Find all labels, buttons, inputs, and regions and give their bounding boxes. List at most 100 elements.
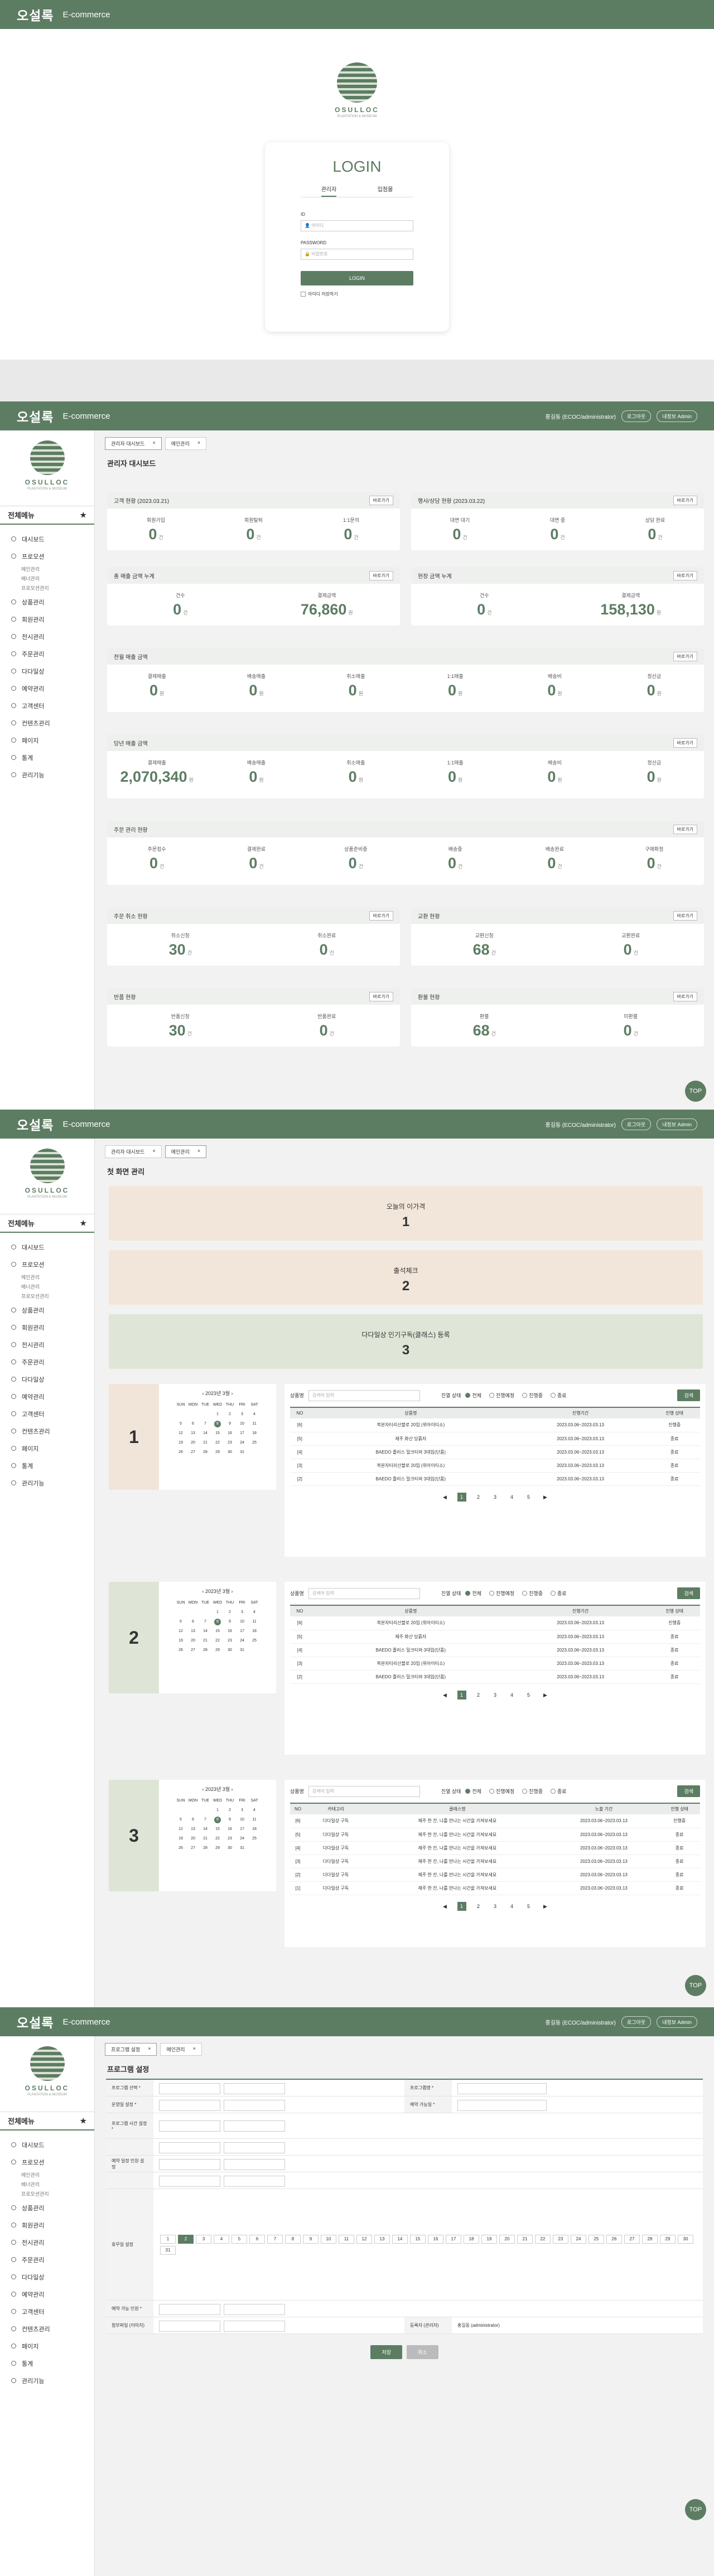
form-input[interactable] [159,2159,220,2170]
page-button[interactable]: 4 [508,1902,517,1911]
calendar[interactable]: ‹ 2023년 3월 › SUN MON TUE WED THU FRI SAT 1 2 3 4 5 6 7… [159,1582,276,1693]
search-button[interactable]: 검색 [677,1389,700,1401]
table-row[interactable]: [1] 다다일상 구독 제주 한 잔, 나를 만나는 시간을 가져보세요 2023.0… [290,1881,700,1895]
main-banner[interactable]: 다다일상 인기구독(클래스) 등록 3 [109,1314,703,1369]
search-input[interactable]: 검색어 입력 [308,1785,420,1797]
table-row[interactable]: [2] BAEDO 플러스 밀크티와 3대입(단품) 2023.03.06~2023… [290,1670,700,1684]
form-input[interactable] [224,2321,285,2332]
form-input[interactable] [224,2159,285,2170]
page-button[interactable]: ▶ [541,1691,550,1699]
star-icon[interactable]: ★ [80,2117,86,2125]
top-button[interactable]: TOP [685,1975,706,1996]
state-radio[interactable]: 진행예정 [489,1788,514,1795]
more-button[interactable]: 바로가기 [673,495,697,505]
more-button[interactable]: 바로가기 [369,911,393,921]
page-button[interactable]: 1 [457,1492,466,1502]
form-input[interactable] [224,2120,285,2132]
table-row[interactable]: [6] 복분자티리산블로 20입 (위아이티소) 2023.03.06~2023.0… [290,1418,700,1432]
star-icon[interactable]: ★ [80,511,86,520]
logout-button[interactable]: 로그아웃 [621,410,652,422]
table-row[interactable]: [3] 복분자티리산블로 20입 (위아이티소) 2023.03.06~2023.0… [290,1657,700,1670]
page-button[interactable]: 2 [474,1902,483,1911]
state-radio[interactable]: 진행중 [522,1590,543,1597]
page-button[interactable]: ▶ [541,1902,550,1911]
main-banner[interactable]: 출석체크 2 [109,1250,703,1305]
more-button[interactable]: 바로가기 [673,570,697,580]
page-button[interactable]: 5 [524,1691,533,1699]
page-button[interactable]: 2 [474,1691,483,1699]
password-input[interactable]: 🔒 비밀번호 [301,249,413,260]
state-radio[interactable]: 전체 [465,1590,481,1597]
state-radio[interactable]: 종료 [551,1590,567,1597]
top-button[interactable]: TOP [685,2499,706,2520]
page-button[interactable]: 1 [457,1901,466,1911]
page-button[interactable]: 4 [508,1691,517,1699]
search-input[interactable]: 검색어 입력 [308,1389,420,1401]
main-banner[interactable]: 오늘의 이가격 1 [109,1186,703,1241]
table-row[interactable]: [4] 다다일상 구독 제주 한 잔, 나를 만나는 시간을 가져보세요 2023.0… [290,1841,700,1855]
table-row[interactable]: [2] 다다일상 구독 제주 한 잔, 나를 만나는 시간을 가져보세요 2023.0… [290,1868,700,1882]
top-button[interactable]: TOP [685,1081,706,1102]
more-button[interactable]: 바로가기 [369,991,393,1001]
form-input[interactable] [224,2304,285,2315]
form-input[interactable] [159,2321,220,2332]
page-button[interactable]: 5 [524,1493,533,1502]
table-row[interactable]: [5] 다다일상 구독 제주 한 잔, 나를 만나는 시간을 가져보세요 2023.0… [290,1828,700,1842]
brand-logo[interactable]: 오설록 [17,5,54,24]
table-row[interactable]: [5] 제주 화산 당흙자 2023.03.06~2023.03.13 종료 [290,1630,700,1644]
table-row[interactable]: [2] BAEDO 플러스 밀크티와 3대입(단품) 2023.03.06~2023… [290,1472,700,1486]
form-input[interactable] [159,2120,220,2132]
tab-main[interactable]: 메인관리 × [165,437,207,450]
more-button[interactable]: 바로가기 [673,911,697,921]
table-row[interactable]: [4] BAEDO 플러스 밀크티와 3대입(단품) 2023.03.06~2023… [290,1643,700,1657]
table-row[interactable]: [6] 복분자티리산블로 20입 (위아이티소) 2023.03.06~2023.0… [290,1616,700,1630]
table-row[interactable]: [6] 다다일상 구독 제주 한 잔, 나를 만나는 시간을 가져보세요 2023.0… [290,1814,700,1828]
page-button[interactable]: 3 [491,1493,500,1502]
state-radio[interactable]: 진행중 [522,1788,543,1795]
search-button[interactable]: 검색 [677,1785,700,1797]
state-radio[interactable]: 진행예정 [489,1590,514,1597]
page-button[interactable]: 3 [491,1691,500,1699]
page-button[interactable]: 3 [491,1902,500,1911]
state-radio[interactable]: 진행중 [522,1392,543,1399]
star-icon[interactable]: ★ [80,1219,86,1228]
page-button[interactable]: ◀ [441,1691,450,1699]
form-input[interactable] [224,2142,285,2153]
form-input[interactable] [159,2304,220,2315]
table-row[interactable]: [4] BAEDO 플러스 밀크티와 3대입(단품) 2023.03.06~2023… [290,1445,700,1459]
save-button[interactable]: 저장 [370,2345,402,2359]
id-input[interactable]: 👤 아이디 [301,220,413,231]
search-button[interactable]: 검색 [677,1587,700,1599]
more-button[interactable]: 바로가기 [673,738,697,748]
page-button[interactable]: 2 [474,1493,483,1502]
form-input[interactable] [159,2083,220,2094]
cancel-button[interactable]: 취소 [407,2345,438,2359]
page-button[interactable]: ◀ [441,1902,450,1911]
search-input[interactable]: 검색어 입력 [308,1587,420,1599]
tab-partner[interactable]: 입점몰 [378,185,393,197]
table-row[interactable]: [3] 다다일상 구독 제주 한 잔, 나를 만나는 시간을 가져보세요 2023.0… [290,1854,700,1868]
table-row[interactable]: [5] 제주 화산 당흙자 2023.03.06~2023.03.13 종료 [290,1432,700,1446]
state-radio[interactable]: 종료 [551,1788,567,1795]
form-input[interactable] [224,2083,285,2094]
form-input[interactable] [159,2176,220,2187]
form-input[interactable] [159,2100,220,2111]
tab-admin[interactable]: 관리자 [321,185,337,197]
form-input[interactable] [159,2142,220,2153]
calendar[interactable]: ‹ 2023년 3월 › SUN MON TUE WED THU FRI SAT 1 2 3 4 5 6 7… [159,1780,276,1891]
table-row[interactable]: [3] 복분자티리산블로 20입 (위아이티소) 2023.03.06~2023.0… [290,1459,700,1473]
state-radio[interactable]: 전체 [465,1788,481,1795]
page-button[interactable]: ◀ [441,1493,450,1502]
page-button[interactable]: 1 [457,1690,466,1699]
state-radio[interactable]: 전체 [465,1392,481,1399]
login-button[interactable]: LOGIN [301,271,413,285]
calendar[interactable]: ‹ 2023년 3월 › SUN MON TUE WED THU FRI SAT 1 2 3 4 5 6 7… [159,1384,276,1490]
page-button[interactable]: ▶ [541,1493,550,1502]
more-button[interactable]: 바로가기 [369,570,393,580]
more-button[interactable]: 바로가기 [369,495,393,505]
form-input[interactable] [224,2176,285,2187]
more-button[interactable]: 바로가기 [673,824,697,834]
more-button[interactable]: 바로가기 [673,991,697,1001]
state-radio[interactable]: 종료 [551,1392,567,1399]
page-button[interactable]: 4 [508,1493,517,1502]
